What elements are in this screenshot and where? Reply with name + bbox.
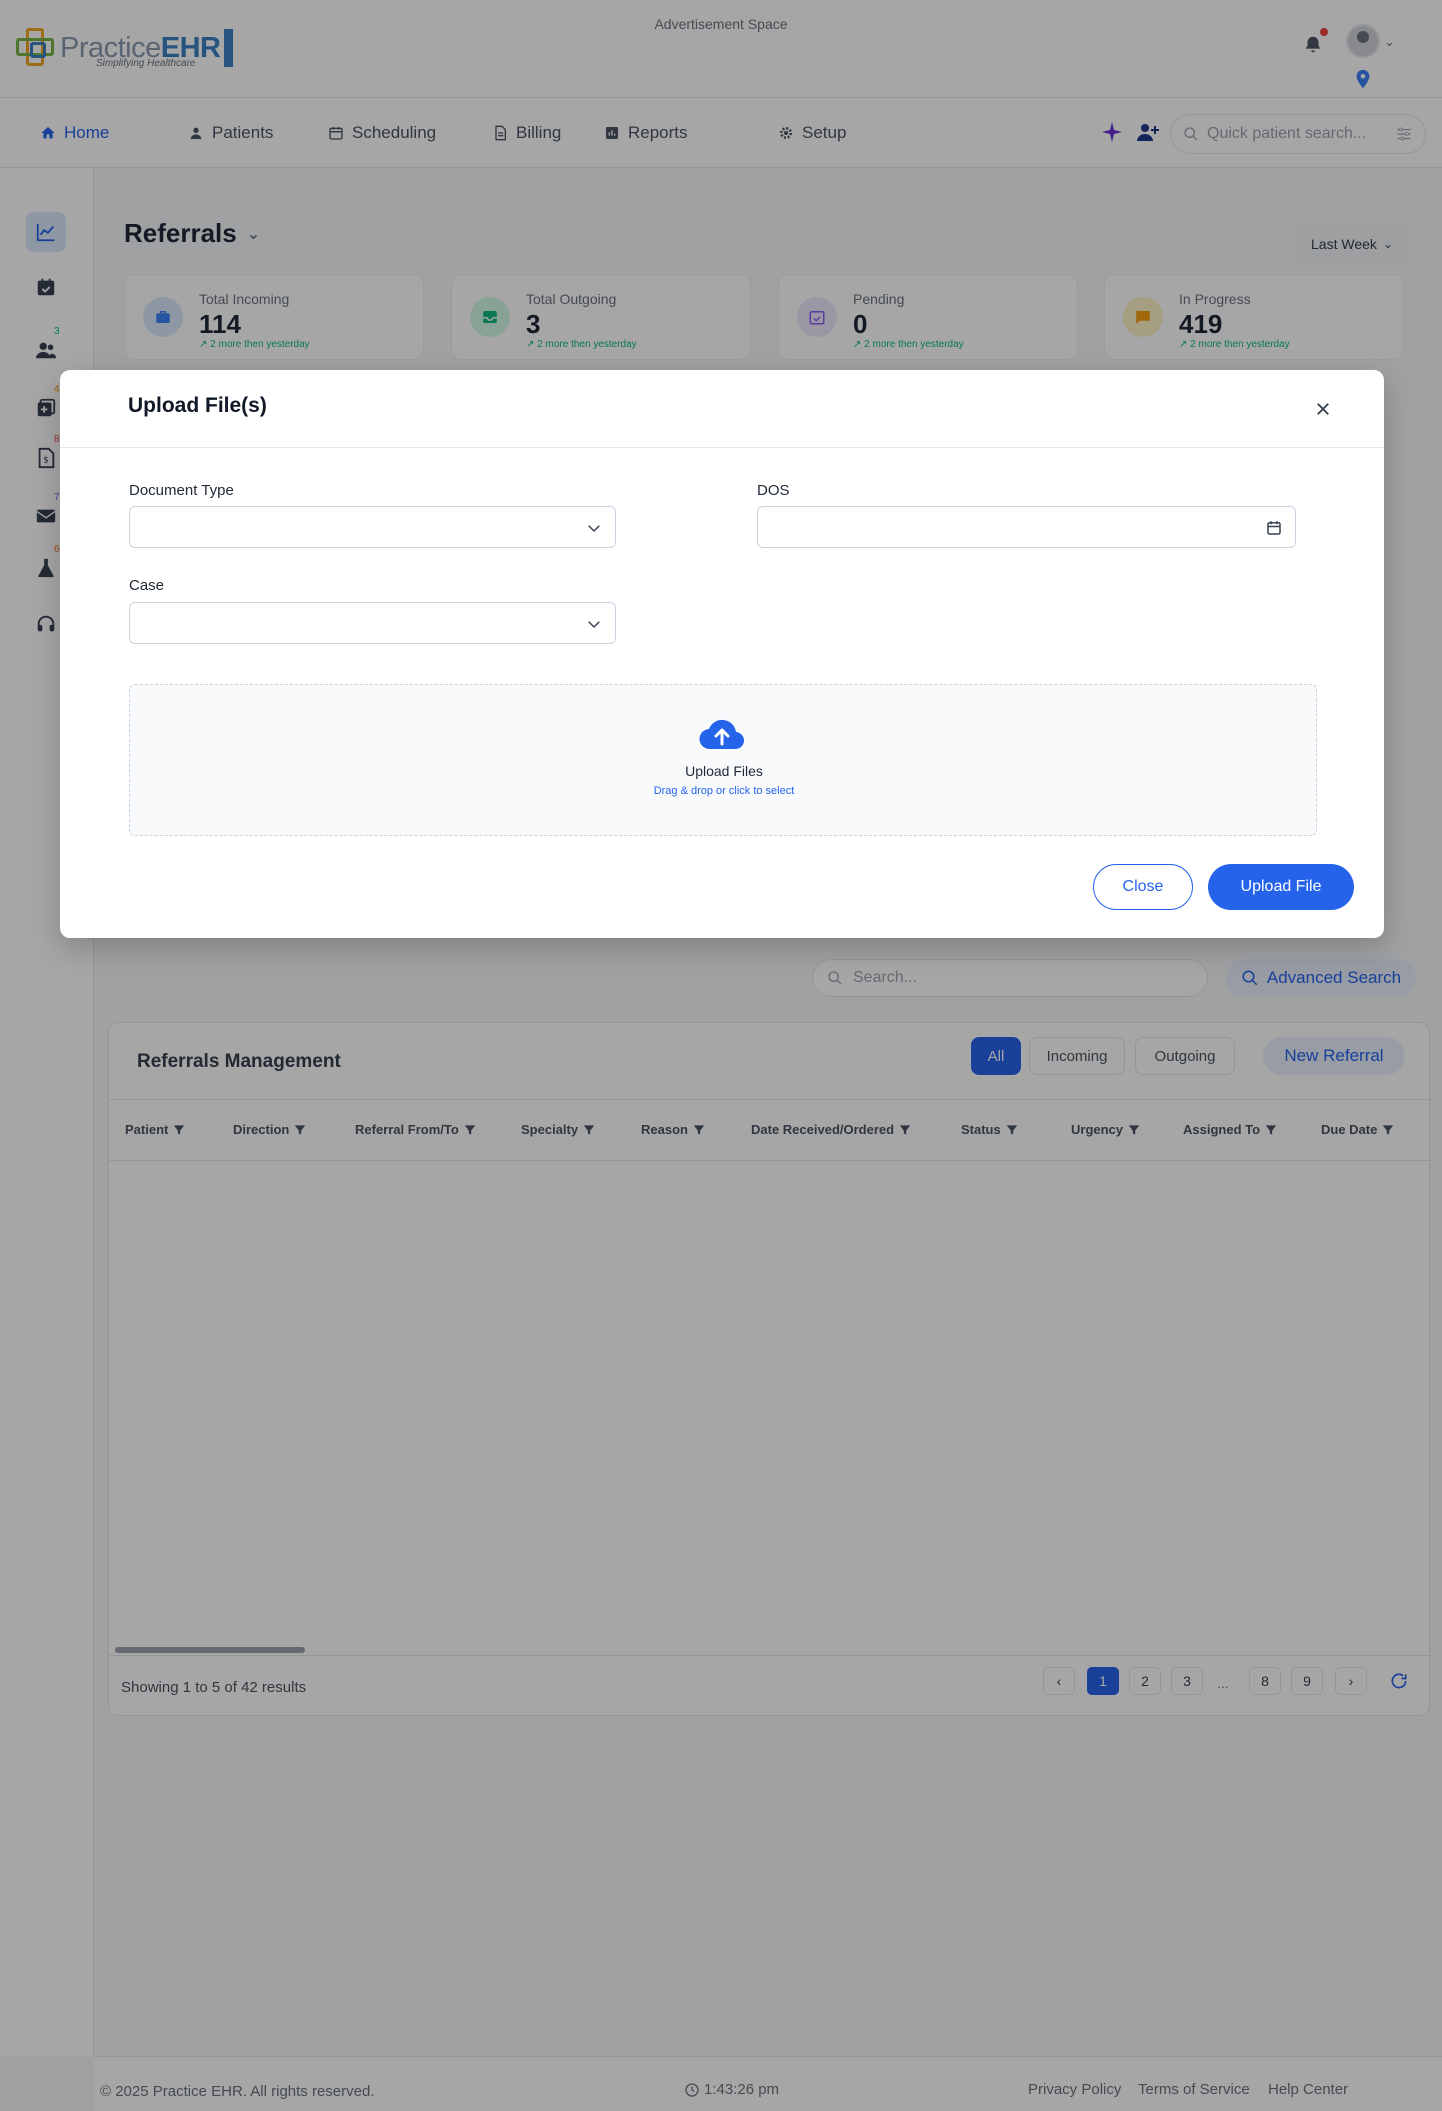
chevron-down-icon [588,621,600,629]
upload-files-hint[interactable]: Drag & drop or click to select [130,785,1318,797]
dos-label: DOS [757,482,790,499]
document-type-label: Document Type [129,482,234,499]
modal-title: Upload File(s) [128,394,267,417]
case-select[interactable] [129,602,616,644]
close-button[interactable]: Close [1093,864,1193,910]
document-type-select[interactable] [129,506,616,548]
upload-file-modal: Upload File(s) Document Type DOS Case Up… [60,370,1384,938]
upload-files-title: Upload Files [685,763,763,779]
upload-file-button[interactable]: Upload File [1208,864,1354,910]
cloud-upload-icon [699,719,745,750]
file-dropzone[interactable]: Upload Files Drag & drop or click to sel… [129,684,1317,836]
modal-header: Upload File(s) [60,370,1384,448]
case-label: Case [129,577,165,594]
close-icon[interactable] [1310,396,1336,422]
modal-overlay[interactable] [0,0,1442,2111]
calendar-icon[interactable] [1265,519,1283,537]
chevron-down-icon [588,525,600,533]
dos-date-input[interactable] [757,506,1296,548]
